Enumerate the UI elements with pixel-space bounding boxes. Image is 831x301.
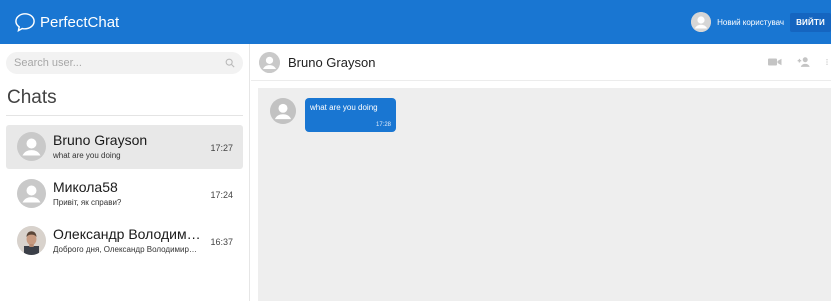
app-title: PerfectChat (40, 13, 120, 31)
contact-avatar[interactable] (259, 52, 280, 73)
chat-name: Bruno Grayson (53, 132, 148, 148)
chat-sidebar: Chats Bruno Grayson what are you doing 1… (0, 44, 250, 301)
logout-button[interactable]: ВИЙТИ (790, 12, 831, 32)
chat-avatar (17, 179, 46, 208)
chat-preview: Привіт, як справи? (53, 198, 122, 207)
more-vert-icon[interactable] (823, 55, 831, 69)
message-sender-avatar (270, 98, 296, 124)
chat-time: 16:37 (210, 237, 233, 247)
contact-name: Bruno Grayson (288, 55, 376, 70)
person-icon (259, 52, 280, 73)
chat-preview: what are you doing (53, 151, 121, 160)
search-input[interactable] (6, 57, 206, 69)
current-user-name: Новий користувач (717, 17, 785, 27)
chat-time: 17:24 (210, 190, 233, 200)
message-bubble[interactable]: what are you doing 17:28 (305, 98, 396, 132)
brand[interactable]: PerfectChat (14, 0, 119, 44)
message-area: what are you doing 17:28 (258, 88, 831, 301)
add-person-icon[interactable] (795, 55, 811, 69)
search-icon[interactable] (225, 58, 235, 68)
video-camera-icon[interactable] (767, 55, 783, 69)
person-icon (270, 98, 296, 124)
chat-list-item[interactable]: Bruno Grayson what are you doing 17:27 (6, 125, 243, 169)
chats-heading: Chats (7, 87, 57, 108)
chat-avatar (17, 226, 46, 255)
user-photo (17, 226, 46, 255)
chat-avatar (17, 132, 46, 161)
chat-preview: Доброго дня, Олександр Володимирович (53, 245, 201, 254)
app-header: PerfectChat Новий користувач ВИЙТИ (0, 0, 831, 44)
chat-bubble-icon (15, 13, 35, 32)
conversation-header: Bruno Grayson (251, 44, 831, 81)
chat-list-item[interactable]: Микола58 Привіт, як справи? 17:24 (6, 172, 243, 216)
current-user-avatar[interactable] (691, 12, 712, 32)
chat-time: 17:27 (210, 143, 233, 153)
divider (6, 115, 243, 116)
person-icon (691, 12, 712, 32)
person-icon (17, 179, 46, 208)
chat-list-item[interactable]: Олександр Володимирович Доброго дня, Оле… (6, 219, 243, 263)
chat-name: Олександр Володимирович (53, 226, 203, 242)
conversation-actions (755, 55, 831, 69)
search-box (6, 52, 243, 74)
message-text: what are you doing (310, 103, 378, 112)
person-icon (17, 132, 46, 161)
chat-name: Микола58 (53, 179, 118, 195)
message-time: 17:28 (375, 122, 391, 128)
